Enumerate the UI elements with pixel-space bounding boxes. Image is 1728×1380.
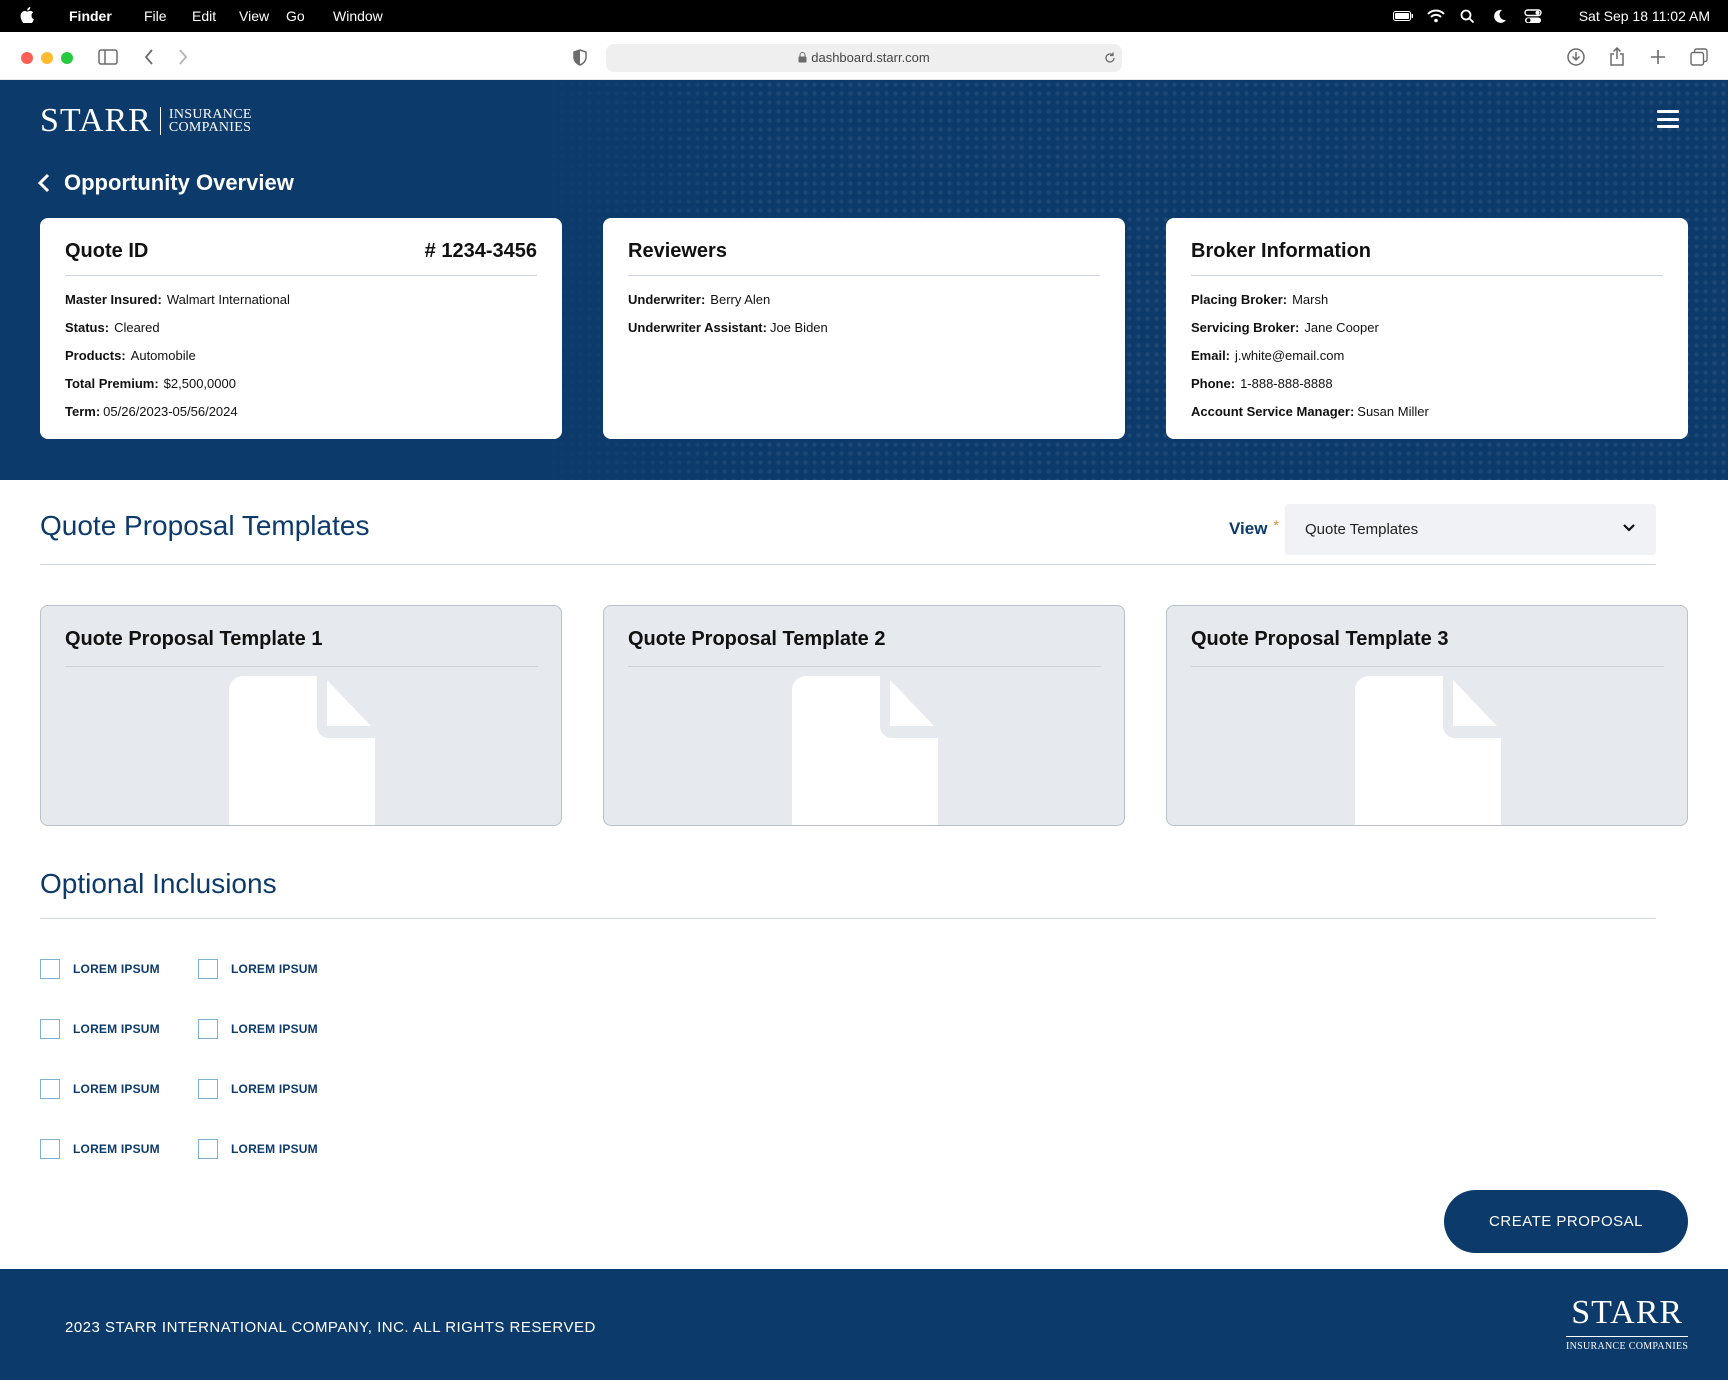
- servicing-broker-row: Servicing Broker: Jane Cooper: [1191, 320, 1379, 335]
- menu-edit[interactable]: Edit: [192, 8, 216, 24]
- inclusion-label[interactable]: LOREM IPSUM: [231, 1142, 318, 1156]
- sidebar-toggle-icon[interactable]: [98, 49, 118, 65]
- templates-divider: [40, 564, 1656, 565]
- back-to-opportunity[interactable]: Opportunity Overview: [38, 170, 294, 196]
- focus-moon-icon[interactable]: [1492, 9, 1507, 24]
- apple-icon[interactable]: [20, 7, 34, 23]
- footer: 2023 STARR INTERNATIONAL COMPANY, INC. A…: [0, 1269, 1728, 1380]
- inclusion-checkbox[interactable]: [198, 1079, 218, 1099]
- wifi-icon[interactable]: [1427, 9, 1445, 23]
- template-card-2[interactable]: Quote Proposal Template 2: [603, 605, 1125, 826]
- footer-logo[interactable]: STARR INSURANCE COMPANIES: [1566, 1294, 1689, 1352]
- forward-nav-icon[interactable]: [178, 49, 188, 65]
- quote-number: # 1234-3456: [424, 240, 537, 262]
- inclusion-label[interactable]: LOREM IPSUM: [73, 962, 160, 976]
- quote-card-title: Quote ID: [65, 240, 149, 262]
- back-nav-icon[interactable]: [144, 49, 154, 65]
- term-row: Term: 05/26/2023-05/56/2024: [65, 404, 238, 419]
- lock-icon: [798, 52, 807, 63]
- inclusion-label[interactable]: LOREM IPSUM: [73, 1142, 160, 1156]
- page-title: Opportunity Overview: [64, 170, 294, 195]
- quote-id-card: Quote ID # 1234-3456 Master Insured: Walm…: [40, 218, 562, 439]
- window-minimize-button[interactable]: [41, 52, 53, 64]
- share-icon[interactable]: [1609, 47, 1625, 66]
- templates-section-title: Quote Proposal Templates: [40, 510, 370, 541]
- menu-go[interactable]: Go: [286, 8, 305, 24]
- document-icon: [229, 676, 375, 825]
- template-card-title: Quote Proposal Template 3: [1191, 628, 1449, 650]
- document-icon: [792, 676, 938, 825]
- copyright-text: 2023 STARR INTERNATIONAL COMPANY, INC. A…: [65, 1319, 596, 1336]
- logo-wordmark: STARR: [40, 102, 152, 139]
- footer-logo-wordmark: STARR: [1571, 1294, 1684, 1331]
- window-close-button[interactable]: [21, 52, 33, 64]
- spotlight-search-icon[interactable]: [1460, 9, 1475, 24]
- underwriter-assistant-row: Underwriter Assistant: Joe Biden: [628, 320, 828, 335]
- inclusion-label[interactable]: LOREM IPSUM: [73, 1022, 160, 1036]
- view-select-value: Quote Templates: [1305, 521, 1419, 538]
- logo-sub-line2: COMPANIES: [168, 120, 252, 135]
- address-url: dashboard.starr.com: [811, 50, 930, 65]
- inclusion-label[interactable]: LOREM IPSUM: [73, 1082, 160, 1096]
- reviewers-card-title: Reviewers: [628, 240, 727, 262]
- tab-overview-icon[interactable]: [1690, 48, 1708, 66]
- view-select[interactable]: Quote Templates: [1285, 504, 1656, 555]
- required-mark: *: [1273, 517, 1279, 533]
- phone-row: Phone: 1-888-888-8888: [1191, 376, 1333, 391]
- status-row: Status: Cleared: [65, 320, 160, 335]
- back-chevron-icon[interactable]: [38, 173, 50, 193]
- menu-app-name[interactable]: Finder: [69, 8, 112, 24]
- document-icon: [1355, 676, 1501, 825]
- window-zoom-button[interactable]: [61, 52, 73, 64]
- hamburger-menu-icon[interactable]: [1657, 110, 1679, 128]
- broker-card-title: Broker Information: [1191, 240, 1372, 262]
- hero-header: STARR INSURANCE COMPANIES Opportunity Ov…: [0, 80, 1728, 480]
- new-tab-plus-icon[interactable]: [1650, 49, 1666, 65]
- placing-broker-row: Placing Broker: Marsh: [1191, 292, 1329, 307]
- master-insured-row: Master Insured: Walmart International: [65, 292, 290, 307]
- inclusions-divider: [40, 918, 1656, 919]
- macos-menu-bar: Finder File Edit View Go Window Sat Sep …: [0, 0, 1728, 32]
- inclusion-label[interactable]: LOREM IPSUM: [231, 1082, 318, 1096]
- menu-window[interactable]: Window: [333, 8, 383, 24]
- reviewers-card: Reviewers Underwriter: Berry Alen Underwr…: [603, 218, 1125, 439]
- broker-information-card: Broker Information Placing Broker: Marsh …: [1166, 218, 1688, 439]
- email-row: Email: j.white@email.com: [1191, 348, 1345, 363]
- reload-icon[interactable]: [1104, 52, 1116, 64]
- template-card-3[interactable]: Quote Proposal Template 3: [1166, 605, 1688, 826]
- chevron-down-icon: [1623, 524, 1635, 532]
- control-center-icon[interactable]: [1524, 9, 1542, 24]
- inclusions-section-title: Optional Inclusions: [40, 868, 277, 899]
- downloads-icon[interactable]: [1567, 48, 1585, 66]
- total-premium-row: Total Premium: $2,500,0000: [65, 376, 236, 391]
- privacy-shield-icon[interactable]: [573, 49, 587, 66]
- inclusion-checkbox[interactable]: [40, 1139, 60, 1159]
- template-card-title: Quote Proposal Template 1: [65, 628, 323, 650]
- inclusion-checkbox[interactable]: [198, 1139, 218, 1159]
- menu-view[interactable]: View: [239, 8, 269, 24]
- view-label: View *: [1229, 517, 1279, 538]
- inclusion-checkbox[interactable]: [40, 1079, 60, 1099]
- menu-file[interactable]: File: [144, 8, 167, 24]
- products-row: Products: Automobile: [65, 348, 196, 363]
- starr-logo[interactable]: STARR INSURANCE COMPANIES: [40, 104, 252, 138]
- inclusion-checkbox[interactable]: [198, 959, 218, 979]
- inclusion-label[interactable]: LOREM IPSUM: [231, 1022, 318, 1036]
- footer-logo-sub: INSURANCE COMPANIES: [1566, 1341, 1689, 1352]
- template-card-1[interactable]: Quote Proposal Template 1: [40, 605, 562, 826]
- inclusion-checkbox[interactable]: [40, 959, 60, 979]
- menu-clock[interactable]: Sat Sep 18 11:02 AM: [1579, 8, 1710, 24]
- address-bar[interactable]: dashboard.starr.com: [606, 44, 1122, 72]
- inclusion-checkbox[interactable]: [198, 1019, 218, 1039]
- underwriter-row: Underwriter: Berry Alen: [628, 292, 771, 307]
- template-card-title: Quote Proposal Template 2: [628, 628, 886, 650]
- battery-icon[interactable]: [1393, 11, 1413, 21]
- account-service-manager-row: Account Service Manager: Susan Miller: [1191, 404, 1429, 419]
- inclusion-checkbox[interactable]: [40, 1019, 60, 1039]
- inclusion-label[interactable]: LOREM IPSUM: [231, 962, 318, 976]
- create-proposal-button[interactable]: CREATE PROPOSAL: [1444, 1190, 1688, 1253]
